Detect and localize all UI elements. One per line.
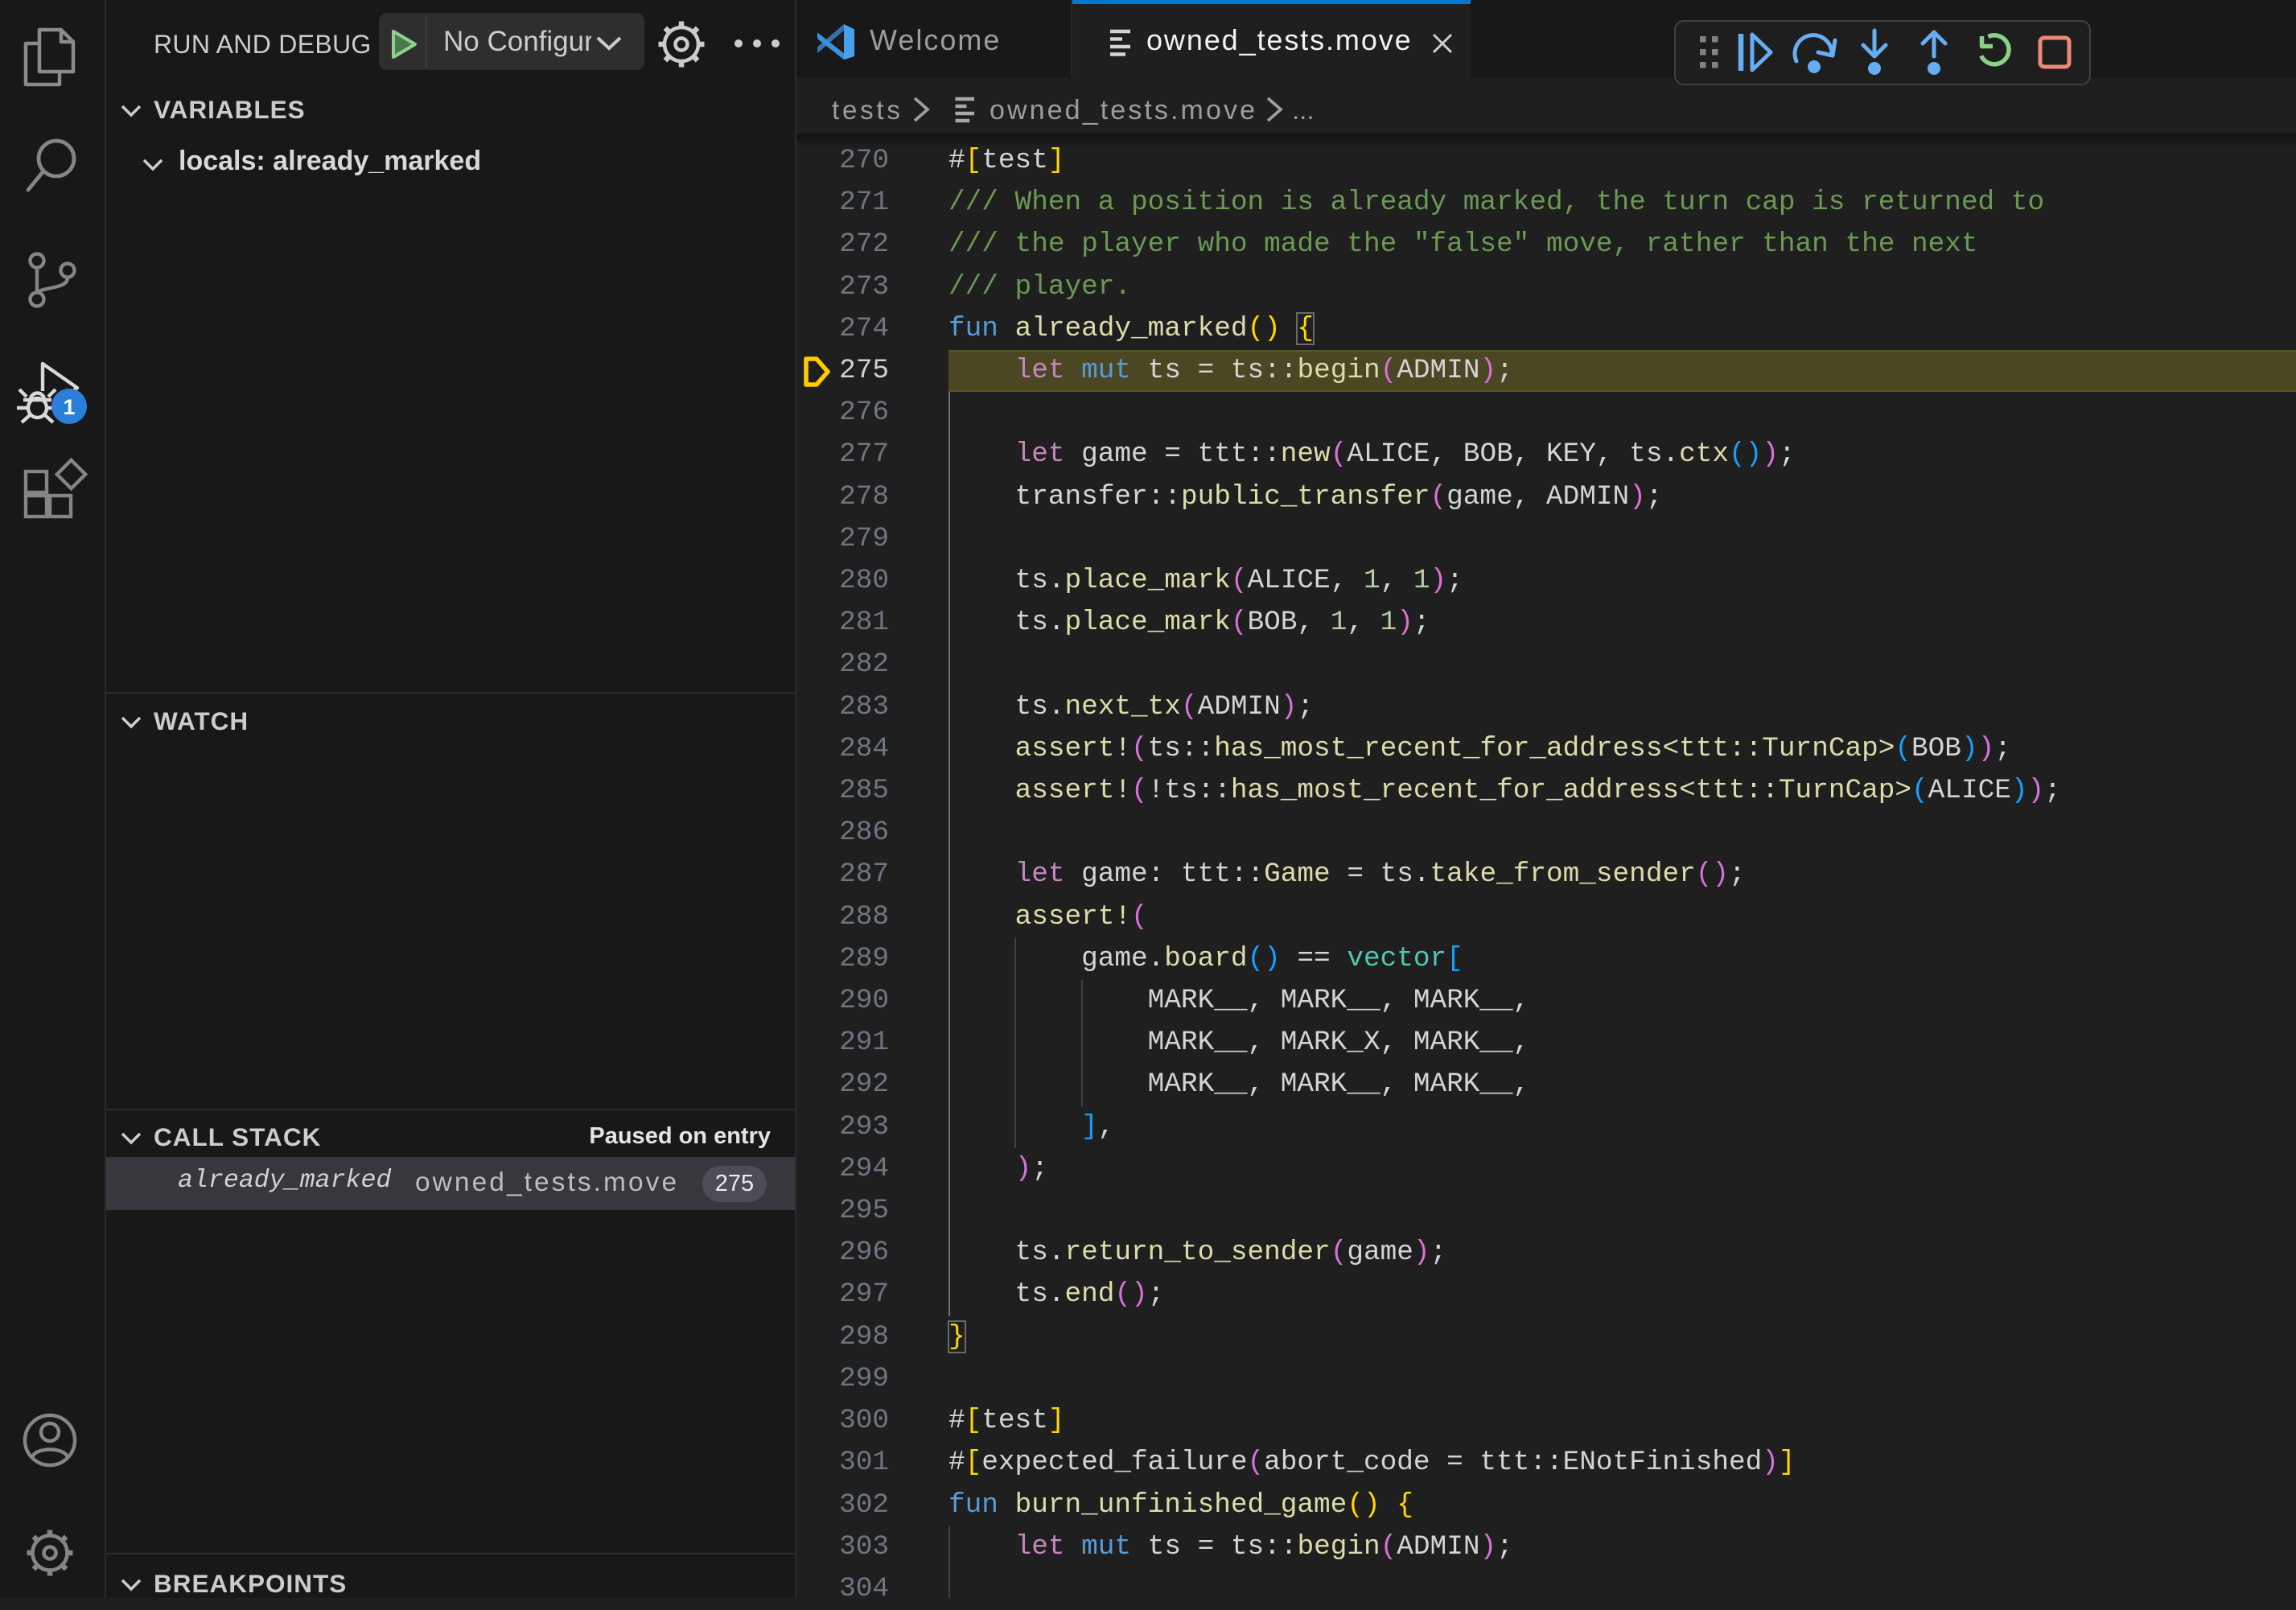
- svg-text:1: 1: [63, 395, 75, 419]
